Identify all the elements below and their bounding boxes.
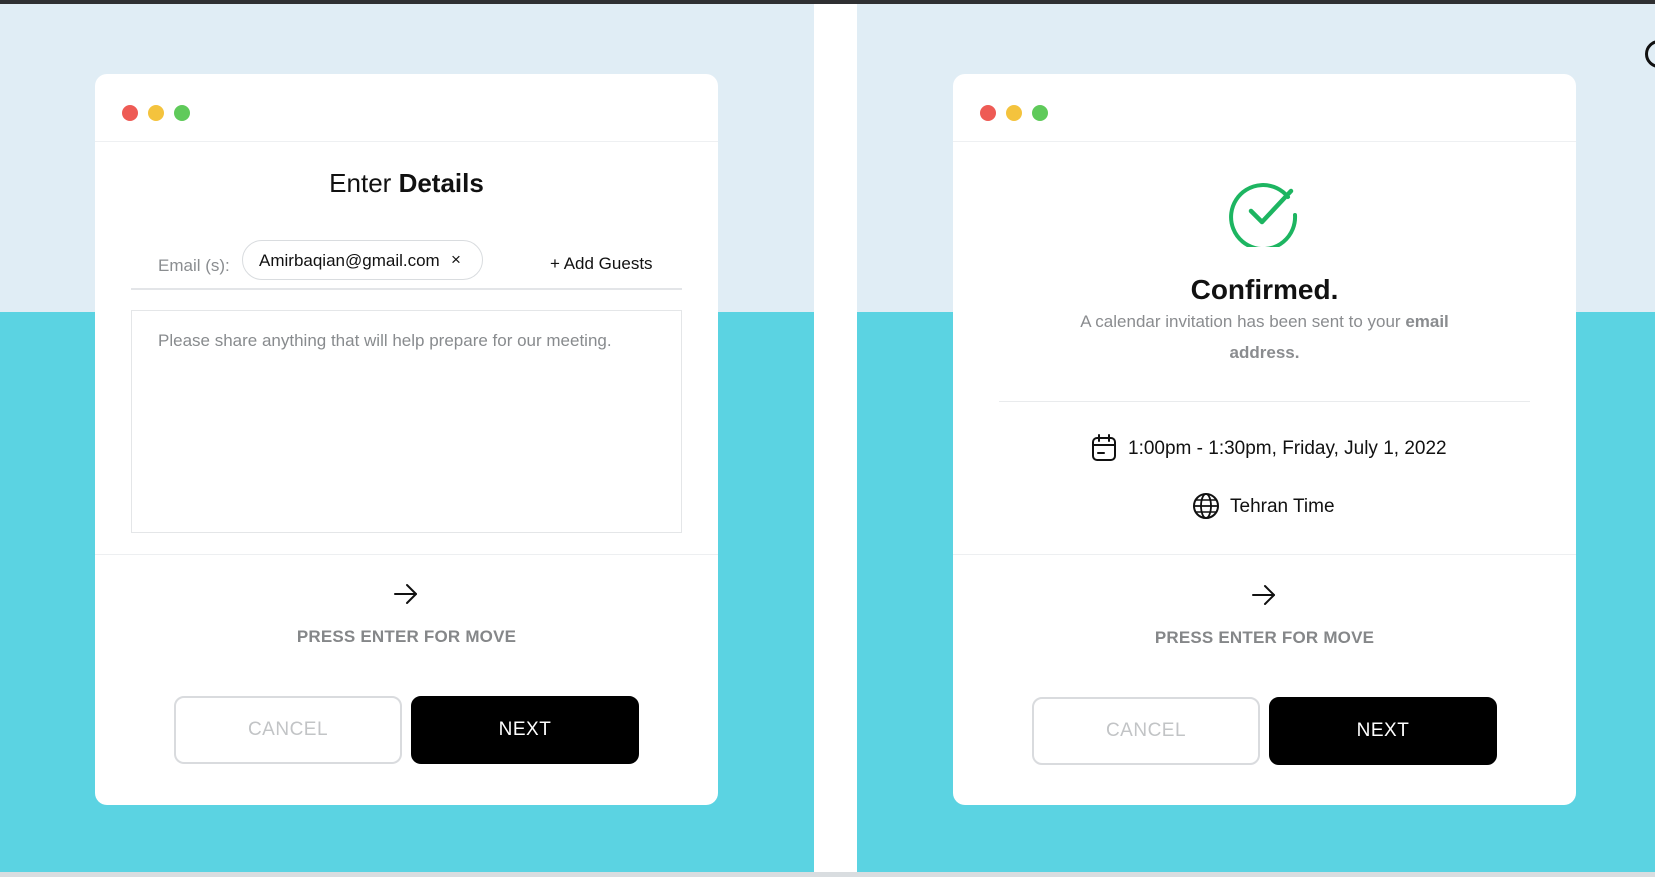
globe-icon bbox=[1193, 493, 1219, 519]
cancel-button[interactable]: CANCEL bbox=[174, 696, 402, 764]
email-row: Email (s): Amirbaqian@gmail.com × + Add … bbox=[131, 240, 682, 290]
next-button[interactable]: NEXT bbox=[411, 696, 639, 764]
footer-divider bbox=[953, 554, 1576, 555]
calendar-icon bbox=[1092, 434, 1116, 461]
meeting-notes-input[interactable] bbox=[131, 310, 682, 533]
details-title: Enter Details bbox=[95, 168, 718, 199]
press-enter-hint: PRESS ENTER FOR MOVE bbox=[296, 627, 517, 646]
details-title-regular: Enter bbox=[329, 168, 392, 198]
window-maximize-dot[interactable] bbox=[174, 105, 190, 121]
bottom-border bbox=[0, 872, 1655, 877]
press-enter-hint: PRESS ENTER FOR MOVE bbox=[1154, 628, 1375, 647]
confirmation-window: Confirmed. A calendar invitation has bee… bbox=[953, 74, 1576, 805]
timezone: Tehran Time bbox=[1230, 496, 1335, 517]
remove-email-icon[interactable]: × bbox=[451, 250, 461, 270]
confirmation-message-text: A calendar invitation has been sent to y… bbox=[1080, 312, 1401, 331]
window-close-dot[interactable] bbox=[122, 105, 138, 121]
arrow-right-icon[interactable] bbox=[392, 582, 420, 606]
meeting-time: 1:00pm - 1:30pm, Friday, July 1, 2022 bbox=[1128, 438, 1447, 459]
window-maximize-dot[interactable] bbox=[1032, 105, 1048, 121]
window-minimize-dot[interactable] bbox=[1006, 105, 1022, 121]
window-titlebar bbox=[95, 74, 718, 142]
details-window: Enter Details Email (s): Amirbaqian@gmai… bbox=[95, 74, 718, 805]
check-circle-icon bbox=[1229, 183, 1298, 247]
email-label: Email (s): bbox=[158, 256, 230, 275]
window-minimize-dot[interactable] bbox=[148, 105, 164, 121]
next-button[interactable]: NEXT bbox=[1269, 697, 1497, 765]
details-panel: Enter Details Email (s): Amirbaqian@gmai… bbox=[0, 4, 814, 872]
arrow-right-icon[interactable] bbox=[1250, 583, 1278, 607]
details-title-bold: Details bbox=[398, 168, 484, 198]
confirmation-title: Confirmed. bbox=[1190, 274, 1339, 305]
footer-divider bbox=[95, 554, 718, 555]
email-chip-text: Amirbaqian@gmail.com bbox=[259, 251, 440, 270]
confirmation-divider bbox=[999, 401, 1530, 402]
email-chip[interactable]: Amirbaqian@gmail.com × bbox=[242, 240, 483, 280]
add-guests-button[interactable]: + Add Guests bbox=[550, 254, 653, 274]
window-close-dot[interactable] bbox=[980, 105, 996, 121]
confirmation-message: A calendar invitation has been sent to y… bbox=[1043, 306, 1486, 368]
cancel-button[interactable]: CANCEL bbox=[1032, 697, 1260, 765]
confirmation-panel: Confirmed. A calendar invitation has bee… bbox=[857, 4, 1655, 872]
window-titlebar bbox=[953, 74, 1576, 142]
